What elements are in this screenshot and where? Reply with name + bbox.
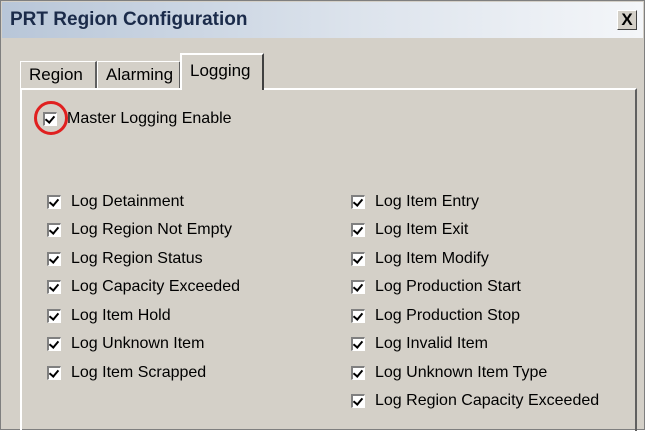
log-item-hold-checkbox[interactable]: [47, 309, 61, 323]
log-item-entry[interactable]: Log Item Entry: [351, 191, 479, 213]
log-detainment-label: Log Detainment: [71, 193, 184, 210]
log-invalid-item-label: Log Invalid Item: [375, 335, 488, 352]
window-title: PRT Region Configuration: [10, 9, 248, 30]
log-production-start-checkbox[interactable]: [351, 280, 365, 294]
log-item-hold-label: Log Item Hold: [71, 307, 171, 324]
title-bar: PRT Region Configuration X: [2, 2, 643, 38]
log-capacity-exceeded-label: Log Capacity Exceeded: [71, 278, 240, 295]
close-button[interactable]: X: [617, 10, 637, 30]
log-unknown-item-type-checkbox[interactable]: [351, 366, 365, 380]
log-item-modify-checkbox[interactable]: [351, 252, 365, 266]
log-region-not-empty-checkbox[interactable]: [47, 223, 61, 237]
highlight-circle: [34, 101, 68, 135]
log-detainment[interactable]: Log Detainment: [47, 191, 184, 213]
log-region-capacity-exceeded-checkbox[interactable]: [351, 394, 365, 408]
master-logging-enable[interactable]: Master Logging Enable: [43, 108, 232, 130]
log-production-stop-label: Log Production Stop: [375, 307, 520, 324]
prt-region-configuration-dialog: PRT Region Configuration X Region Alarmi…: [0, 0, 645, 431]
tab-logging[interactable]: Logging: [180, 53, 264, 90]
log-unknown-item-checkbox[interactable]: [47, 337, 61, 351]
log-region-status-label: Log Region Status: [71, 250, 203, 267]
log-production-start-label: Log Production Start: [375, 278, 521, 295]
log-region-capacity-exceeded-label: Log Region Capacity Exceeded: [375, 392, 600, 409]
log-region-not-empty[interactable]: Log Region Not Empty: [47, 219, 232, 241]
log-item-scrapped[interactable]: Log Item Scrapped: [47, 362, 206, 384]
log-region-not-empty-label: Log Region Not Empty: [71, 221, 232, 238]
log-region-status-checkbox[interactable]: [47, 252, 61, 266]
tab-region[interactable]: Region: [20, 61, 97, 89]
log-item-exit-checkbox[interactable]: [351, 223, 365, 237]
log-item-exit[interactable]: Log Item Exit: [351, 219, 468, 241]
log-unknown-item-type-label: Log Unknown Item Type: [375, 364, 548, 381]
log-unknown-item[interactable]: Log Unknown Item: [47, 333, 204, 355]
log-production-start[interactable]: Log Production Start: [351, 276, 521, 298]
log-item-modify-label: Log Item Modify: [375, 250, 489, 267]
log-item-entry-checkbox[interactable]: [351, 195, 365, 209]
log-item-scrapped-checkbox[interactable]: [47, 366, 61, 380]
log-invalid-item-checkbox[interactable]: [351, 337, 365, 351]
log-item-scrapped-label: Log Item Scrapped: [71, 364, 207, 381]
log-capacity-exceeded[interactable]: Log Capacity Exceeded: [47, 276, 240, 298]
log-item-exit-label: Log Item Exit: [375, 221, 469, 238]
log-production-stop-checkbox[interactable]: [351, 309, 365, 323]
log-item-entry-label: Log Item Entry: [375, 193, 480, 210]
log-region-status[interactable]: Log Region Status: [47, 248, 203, 270]
tab-alarming[interactable]: Alarming: [97, 61, 181, 89]
log-item-hold[interactable]: Log Item Hold: [47, 305, 171, 327]
log-capacity-exceeded-checkbox[interactable]: [47, 280, 61, 294]
log-production-stop[interactable]: Log Production Stop: [351, 305, 520, 327]
master-logging-enable-label: Master Logging Enable: [67, 110, 232, 127]
log-item-modify[interactable]: Log Item Modify: [351, 248, 489, 270]
log-unknown-item-label: Log Unknown Item: [71, 335, 205, 352]
log-invalid-item[interactable]: Log Invalid Item: [351, 333, 488, 355]
log-detainment-checkbox[interactable]: [47, 195, 61, 209]
log-unknown-item-type[interactable]: Log Unknown Item Type: [351, 362, 547, 384]
log-region-capacity-exceeded[interactable]: Log Region Capacity Exceeded: [351, 390, 599, 412]
